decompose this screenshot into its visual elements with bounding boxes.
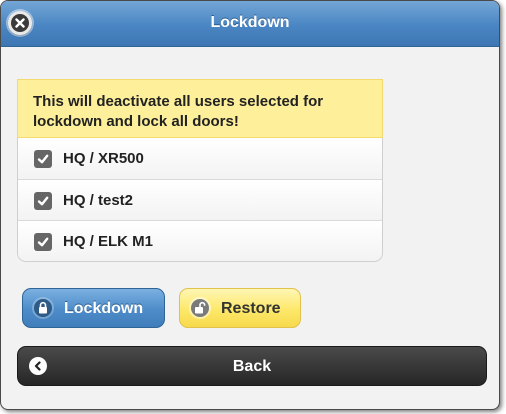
dialog-header: Lockdown xyxy=(1,1,499,47)
lockdown-button-label: Lockdown xyxy=(64,300,144,317)
back-button[interactable]: Back xyxy=(17,346,487,386)
checkbox[interactable] xyxy=(34,150,52,168)
list-item-label: HQ / test2 xyxy=(63,192,134,209)
list-item[interactable]: HQ / ELK M1 xyxy=(18,220,382,261)
checkmark-icon xyxy=(37,196,49,206)
back-button-label: Back xyxy=(232,358,272,375)
restore-button[interactable]: Restore xyxy=(179,288,301,328)
lockdown-button[interactable]: Lockdown xyxy=(22,288,165,328)
list-item-label: HQ / ELK M1 xyxy=(63,233,154,250)
list-item[interactable]: HQ / test2 xyxy=(18,179,382,220)
panel-list: HQ / XR500 HQ / test2 HQ / ELK M1 xyxy=(17,138,383,262)
dialog-title: Lockdown xyxy=(210,14,290,31)
lockdown-dialog: Lockdown This will deactivate all users … xyxy=(0,0,500,410)
warning-message: This will deactivate all users selected … xyxy=(17,79,383,138)
checkbox[interactable] xyxy=(34,192,52,210)
restore-button-label: Restore xyxy=(221,300,281,317)
list-item[interactable]: HQ / XR500 xyxy=(18,138,382,179)
checkbox[interactable] xyxy=(34,233,52,251)
checkmark-icon xyxy=(37,154,49,164)
list-item-label: HQ / XR500 xyxy=(63,150,144,167)
unlock-icon xyxy=(191,299,209,317)
checkmark-icon xyxy=(37,237,49,247)
lock-icon xyxy=(34,299,52,317)
